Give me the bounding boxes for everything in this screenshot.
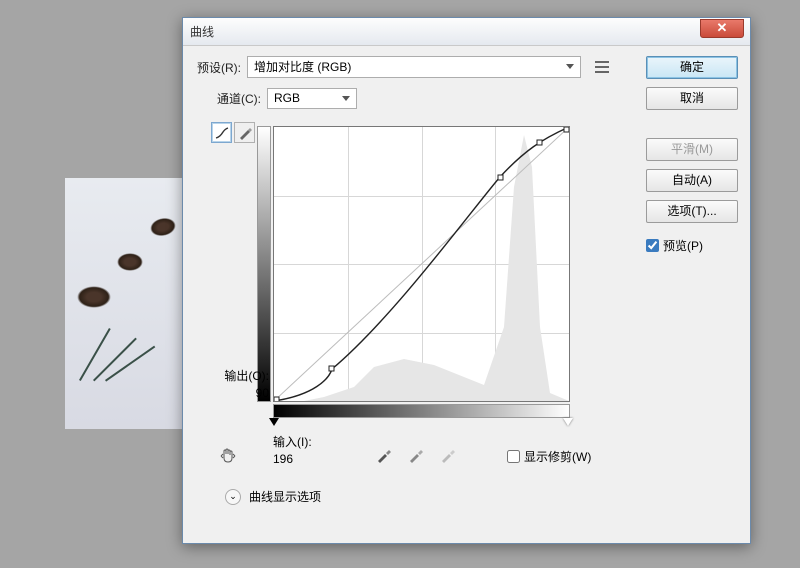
curve-tools <box>211 122 255 143</box>
channel-dropdown[interactable]: RGB <box>267 88 357 109</box>
bird-graphic <box>148 215 177 238</box>
preview-label: 预览(P) <box>663 237 703 254</box>
white-point-slider[interactable] <box>563 418 573 426</box>
curve-editor: 输出(O): 90 输入(I): 196 <box>211 122 581 482</box>
options-button[interactable]: 选项(T)... <box>646 200 738 223</box>
curve-lines <box>274 127 569 401</box>
curve-point-tool[interactable] <box>211 122 232 143</box>
grass-graphic <box>69 320 159 400</box>
black-eyedropper[interactable] <box>375 446 393 464</box>
eyedropper-tools <box>375 446 457 464</box>
curve-grid[interactable] <box>273 126 570 402</box>
preview-checkbox[interactable] <box>646 239 659 252</box>
preview-checkbox-row[interactable]: 预览(P) <box>646 237 738 254</box>
output-gradient <box>257 126 271 402</box>
black-point-slider[interactable] <box>269 418 279 426</box>
smooth-button[interactable]: 平滑(M) <box>646 138 738 161</box>
gray-eyedropper[interactable] <box>407 446 425 464</box>
input-value: 196 <box>273 451 312 468</box>
auto-button[interactable]: 自动(A) <box>646 169 738 192</box>
cancel-button[interactable]: 取消 <box>646 87 738 110</box>
show-clipping-label: 显示修剪(W) <box>524 448 591 465</box>
output-value: 90 <box>211 385 269 402</box>
curve-pencil-tool[interactable] <box>234 122 255 143</box>
preset-menu-icon[interactable] <box>595 60 611 74</box>
chevron-down-icon <box>342 96 350 101</box>
right-button-panel: 确定 取消 平滑(M) 自动(A) 选项(T)... 预览(P) <box>646 56 738 254</box>
bird-graphic <box>117 253 143 271</box>
curves-dialog: 曲线 ✕ 预设(R): 增加对比度 (RGB) 通道(C): RGB 确定 取消… <box>182 17 751 544</box>
on-image-adjust-tool[interactable] <box>217 446 239 468</box>
close-button[interactable]: ✕ <box>700 19 744 38</box>
expand-chevron-icon[interactable]: ⌄ <box>225 489 241 505</box>
titlebar[interactable]: 曲线 ✕ <box>183 18 750 46</box>
chevron-down-icon <box>566 64 574 69</box>
background-image <box>65 178 182 429</box>
input-label: 输入(I): <box>273 434 312 451</box>
bird-graphic <box>77 286 111 308</box>
dialog-title: 曲线 <box>190 23 214 40</box>
preset-dropdown[interactable]: 增加对比度 (RGB) <box>247 56 581 78</box>
display-options-row[interactable]: ⌄ 曲线显示选项 <box>225 488 321 505</box>
ok-button[interactable]: 确定 <box>646 56 738 79</box>
show-clipping-checkbox[interactable] <box>507 450 520 463</box>
input-readout: 输入(I): 196 <box>273 434 312 468</box>
input-gradient <box>273 404 570 418</box>
output-readout: 输出(O): 90 <box>211 368 269 402</box>
output-label: 输出(O): <box>211 368 269 385</box>
dialog-content: 预设(R): 增加对比度 (RGB) 通道(C): RGB 确定 取消 平滑(M… <box>183 46 750 543</box>
channel-label: 通道(C): <box>217 90 261 107</box>
white-eyedropper[interactable] <box>439 446 457 464</box>
preset-value: 增加对比度 (RGB) <box>254 60 351 74</box>
preset-label: 预设(R): <box>197 59 241 76</box>
display-options-label: 曲线显示选项 <box>249 488 321 505</box>
show-clipping-row[interactable]: 显示修剪(W) <box>507 448 591 465</box>
channel-value: RGB <box>274 91 300 105</box>
